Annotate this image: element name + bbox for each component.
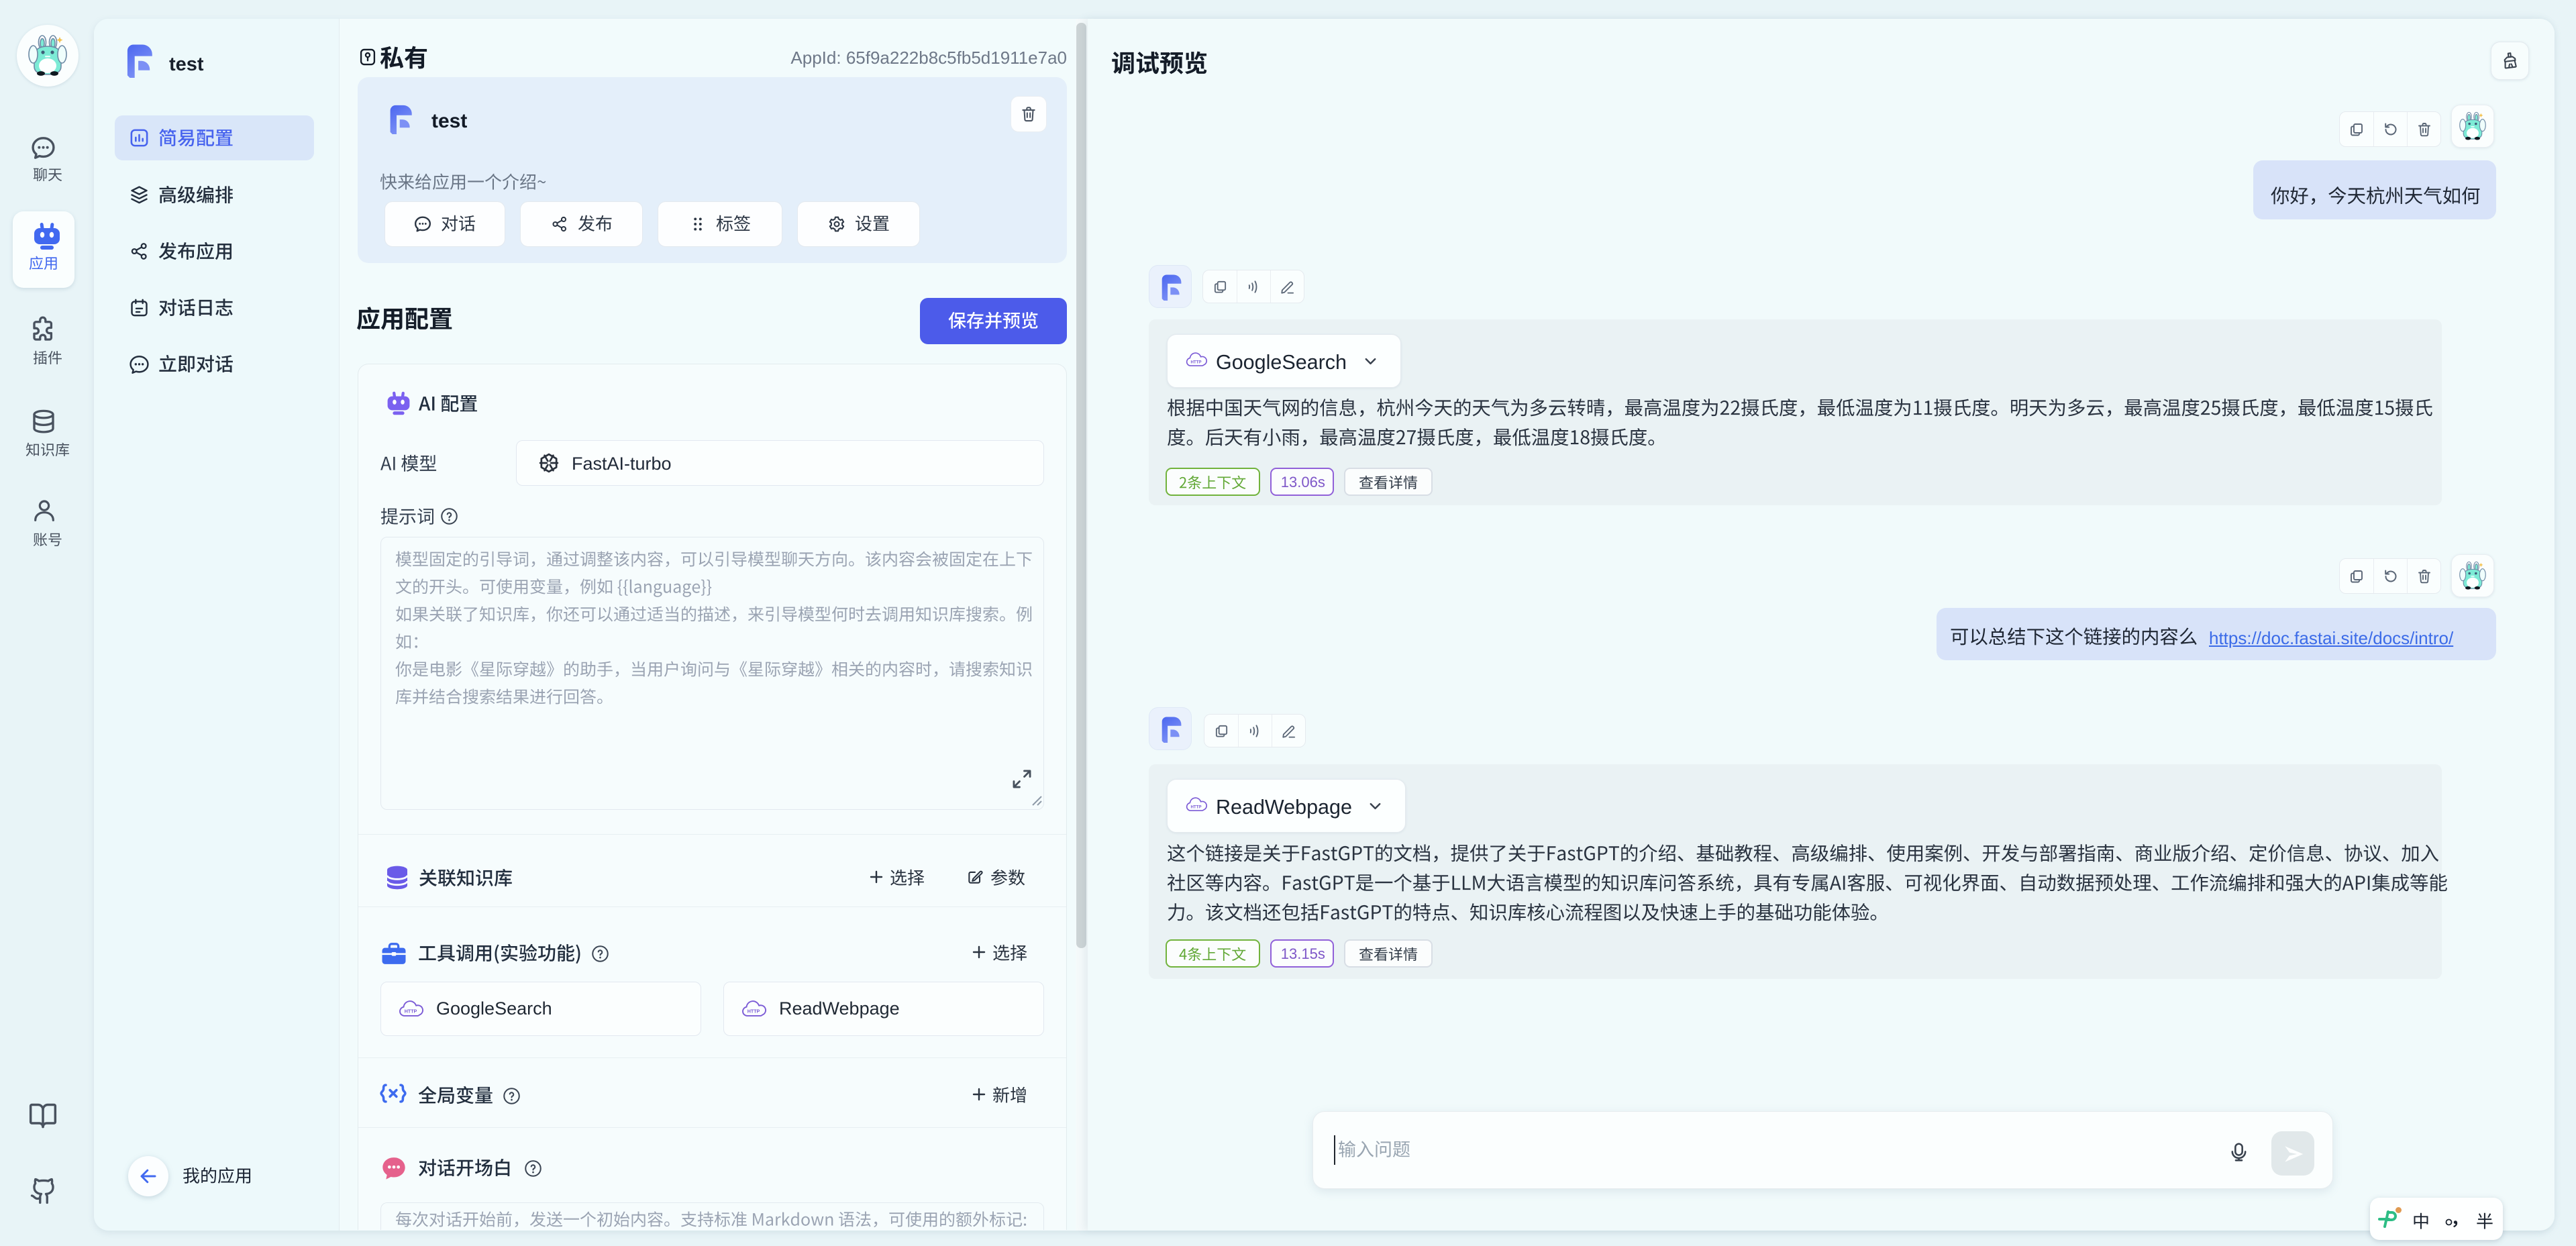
- svg-text:HTTP: HTTP: [1190, 804, 1201, 809]
- svg-text:HTTP: HTTP: [405, 1009, 417, 1015]
- svg-text:HTTP: HTTP: [748, 1009, 760, 1015]
- svg-text:HTTP: HTTP: [1190, 360, 1201, 364]
